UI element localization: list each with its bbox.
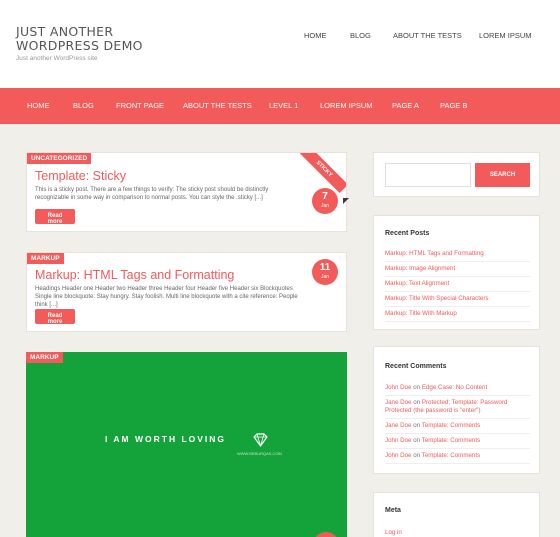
post-title[interactable]: Template: Sticky: [35, 169, 126, 183]
recent-comment: John Doe on Template: Comments: [385, 437, 530, 449]
ribbon-fold: [343, 198, 349, 204]
read-more-button[interactable]: Read more: [35, 309, 75, 325]
main-nav-lorem[interactable]: LOREM IPSUM: [320, 101, 373, 110]
search-widget: SEARCH: [373, 152, 540, 197]
main-nav-page-b[interactable]: PAGE B: [440, 101, 467, 110]
main-nav: HOME BLOG FRONT PAGE ABOUT THE TESTS LEV…: [0, 88, 560, 124]
comment-post-link[interactable]: Edge Case: No Content: [422, 384, 487, 391]
top-nav-home[interactable]: HOME: [304, 31, 327, 40]
recent-comment: John Doe on Template: Comments: [385, 452, 530, 464]
comment-author[interactable]: Jane Doe: [385, 399, 412, 406]
top-nav-about[interactable]: ABOUT THE TESTS: [393, 31, 462, 40]
read-more-button[interactable]: Read more: [35, 209, 75, 225]
post-date-month: Jan: [320, 274, 330, 280]
comment-post-link[interactable]: Template: Comments: [422, 437, 480, 444]
recent-posts-widget: Recent Posts Markup: HTML Tags and Forma…: [373, 215, 540, 330]
comment-post-link[interactable]: Template: Comments: [422, 422, 480, 429]
post-card-html-tags: MARKUP Markup: HTML Tags and Formatting …: [26, 252, 347, 332]
widget-heading: Meta: [385, 507, 401, 514]
meta-list: Log in: [385, 529, 530, 537]
widget-heading: Recent Posts: [385, 230, 430, 237]
post-date-badge: 7 Jan: [312, 188, 338, 214]
recent-comment: John Doe on Edge Case: No Content: [385, 384, 530, 396]
post-date-badge: 11 Jan: [312, 259, 338, 285]
main-nav-level-1[interactable]: LEVEL 1: [269, 101, 298, 110]
post-date-month: Jan: [320, 203, 330, 209]
top-nav-lorem[interactable]: LOREM IPSUM: [479, 31, 532, 40]
comment-author[interactable]: John Doe: [385, 452, 412, 459]
main-nav-page-a[interactable]: PAGE A: [392, 101, 419, 110]
diamond-heart-icon: [253, 433, 268, 447]
post-title[interactable]: Markup: HTML Tags and Formatting: [35, 268, 234, 282]
search-input[interactable]: [385, 163, 471, 187]
search-button[interactable]: SEARCH: [475, 163, 530, 187]
recent-comments-widget: Recent Comments John Doe on Edge Case: N…: [373, 346, 540, 474]
main-nav-about[interactable]: ABOUT THE TESTS: [183, 101, 252, 110]
recent-posts-list: Markup: HTML Tags and Formatting Markup:…: [385, 250, 530, 325]
post-card-sticky: UNCATEGORIZED STICKY Template: Sticky Th…: [26, 152, 347, 232]
recent-post-link[interactable]: Markup: Image Alignment: [385, 265, 530, 277]
recent-comments-list: John Doe on Edge Case: No Content Jane D…: [385, 384, 530, 467]
comment-author[interactable]: Jane Doe: [385, 422, 412, 429]
sticky-ribbon: STICKY: [299, 153, 346, 194]
recent-comment: Jane Doe on Template: Comments: [385, 422, 530, 434]
post-excerpt: Headings Header one Header two Header th…: [35, 286, 298, 308]
category-badge[interactable]: UNCATEGORIZED: [27, 153, 92, 164]
category-badge[interactable]: MARKUP: [26, 352, 63, 363]
recent-post-link[interactable]: Markup: Text Alignment: [385, 280, 530, 292]
comment-on: on: [413, 437, 421, 444]
meta-widget: Meta Log in: [373, 492, 540, 537]
top-nav-blog[interactable]: BLOG: [350, 31, 371, 40]
comment-on: on: [413, 384, 421, 391]
comment-author[interactable]: John Doe: [385, 437, 412, 444]
comment-author[interactable]: John Doe: [385, 384, 412, 391]
comment-post-link[interactable]: Template: Comments: [422, 452, 480, 459]
site-description: Just another WordPress site: [16, 55, 98, 62]
post-date-badge: [313, 532, 339, 537]
main-nav-home[interactable]: HOME: [27, 101, 50, 110]
meta-login-link[interactable]: Log in: [385, 529, 530, 537]
featured-image-caption: I AM WORTH LOVING: [105, 434, 227, 444]
comment-on: on: [413, 399, 421, 406]
main-nav-front-page[interactable]: FRONT PAGE: [116, 101, 164, 110]
post-date-day: 11: [319, 262, 331, 273]
post-date-day: 7: [322, 191, 328, 202]
category-badge[interactable]: MARKUP: [27, 253, 64, 264]
comment-on: on: [413, 452, 421, 459]
post-excerpt: This is a sticky post. There are a few t…: [35, 187, 269, 201]
recent-post-link[interactable]: Markup: Title With Markup: [385, 310, 530, 322]
featured-image-url: WWW.BEBURQAS.COM: [237, 451, 282, 456]
widget-heading: Recent Comments: [385, 363, 447, 370]
site-header: JUST ANOTHER WORDPRESS DEMO Just another…: [0, 0, 560, 88]
top-nav: HOME BLOG ABOUT THE TESTS LOREM IPSUM: [0, 31, 560, 41]
recent-post-link[interactable]: Markup: HTML Tags and Formatting: [385, 250, 530, 262]
post-featured-image[interactable]: MARKUP I AM WORTH LOVING WWW.BEBURQAS.CO…: [26, 352, 347, 537]
comment-on: on: [413, 422, 421, 429]
recent-comment: Jane Doe on Protected: Template: Passwor…: [385, 399, 530, 419]
main-nav-blog[interactable]: BLOG: [73, 101, 94, 110]
recent-post-link[interactable]: Markup: Title With Special Characters: [385, 295, 530, 307]
